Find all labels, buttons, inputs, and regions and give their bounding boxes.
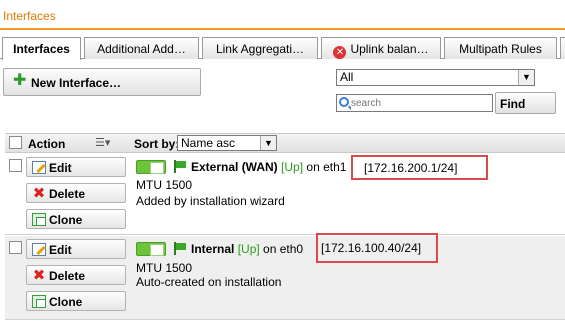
flag-icon — [173, 160, 187, 173]
tab-label: Link Aggregati… — [215, 42, 305, 56]
new-interface-button[interactable]: ✚ New Interface… — [3, 68, 201, 96]
row-checkbox[interactable] — [9, 159, 22, 172]
edit-icon — [32, 161, 46, 174]
clone-button[interactable]: Clone — [26, 291, 126, 311]
search-icon — [339, 97, 349, 107]
tab-label: Additional Add… — [97, 42, 186, 56]
ip-address-text: [172.16.200.1/24] — [364, 161, 458, 175]
column-menu-icon[interactable]: ☰▾ — [95, 136, 110, 149]
plus-icon: ✚ — [13, 72, 27, 89]
select-all-checkbox[interactable] — [9, 136, 22, 149]
error-icon: ✕ — [333, 46, 347, 59]
interface-row-external: Edit ✖ Delete Clone External (WAN) [Up] … — [5, 154, 565, 235]
delete-button[interactable]: ✖ Delete — [26, 265, 126, 285]
edit-button[interactable]: Edit — [26, 239, 126, 259]
interface-comment: Auto-created on installation — [136, 275, 282, 289]
tab-label: Multipath Rules — [459, 42, 542, 56]
action-column-label: Action — [28, 137, 66, 151]
interface-title: External (WAN) [Up] on eth1 — [191, 160, 346, 174]
delete-icon: ✖ — [32, 267, 46, 284]
clone-label: Clone — [49, 295, 83, 309]
sort-value: Name asc — [181, 136, 236, 150]
panel-title-bar: Interfaces — [0, 0, 565, 30]
tab-bar: Interfaces Additional Add… Link Aggregat… — [0, 37, 565, 60]
find-label: Find — [500, 97, 526, 111]
delete-icon: ✖ — [32, 185, 46, 202]
filter-select[interactable]: All ▼ — [336, 69, 535, 86]
tab-multipath-rules[interactable]: Multipath Rules — [444, 37, 557, 59]
interface-row-internal: Edit ✖ Delete Clone Internal [Up] on eth… — [5, 233, 565, 320]
delete-button[interactable]: ✖ Delete — [26, 183, 126, 203]
interface-name: External (WAN) — [191, 160, 278, 174]
edit-icon — [32, 243, 46, 256]
status-badge: [Up] — [281, 160, 304, 174]
filter-value: All — [340, 70, 354, 84]
edit-label: Edit — [49, 161, 72, 175]
tab-uplink-balancing[interactable]: ✕ Uplink balan… — [321, 37, 441, 59]
enable-toggle[interactable] — [136, 242, 166, 256]
flag-icon — [173, 242, 187, 255]
tab-interfaces[interactable]: Interfaces — [2, 37, 81, 60]
clone-label: Clone — [49, 213, 83, 227]
mtu-text: MTU 1500 — [136, 261, 193, 275]
find-button[interactable]: Find — [495, 92, 556, 114]
tab-link-aggregation[interactable]: Link Aggregati… — [202, 37, 318, 59]
search-input[interactable] — [351, 96, 489, 110]
list-header: Action ☰▾ Sort by: Name asc ▼ — [5, 133, 565, 153]
delete-label: Delete — [49, 187, 86, 201]
tab-label: Uplink balan… — [350, 42, 429, 56]
interface-comment: Added by installation wizard — [136, 194, 285, 208]
tab-overflow[interactable] — [560, 37, 565, 59]
ip-address: [172.16.100.40/24] — [316, 233, 438, 263]
delete-label: Delete — [49, 269, 86, 283]
clone-button[interactable]: Clone — [26, 209, 126, 229]
interface-name: Internal — [191, 242, 235, 256]
edit-button[interactable]: Edit — [26, 157, 126, 177]
sort-select[interactable]: Name asc ▼ — [177, 135, 277, 151]
sort-by-label: Sort by: — [134, 137, 180, 151]
enable-toggle[interactable] — [136, 160, 166, 174]
mtu-text: MTU 1500 — [136, 178, 193, 192]
clone-icon — [32, 295, 46, 308]
chevron-down-icon: ▼ — [518, 70, 534, 85]
chevron-down-icon: ▼ — [260, 136, 276, 150]
row-checkbox[interactable] — [9, 241, 22, 254]
interface-port: on eth0 — [263, 242, 304, 256]
tab-label: Interfaces — [13, 42, 70, 56]
ip-address-text: [172.16.100.40/24] — [321, 241, 422, 255]
page-title: Interfaces — [3, 9, 56, 23]
interface-title: Internal [Up] on eth0 — [191, 242, 303, 256]
interface-port: on eth1 — [306, 160, 347, 174]
tab-additional-addresses[interactable]: Additional Add… — [84, 37, 199, 59]
ip-address: [172.16.200.1/24] — [351, 155, 488, 180]
status-badge: [Up] — [237, 242, 260, 256]
new-interface-label: New Interface… — [31, 76, 122, 90]
clone-icon — [32, 213, 46, 226]
edit-label: Edit — [49, 243, 72, 257]
search-field[interactable] — [336, 94, 493, 112]
